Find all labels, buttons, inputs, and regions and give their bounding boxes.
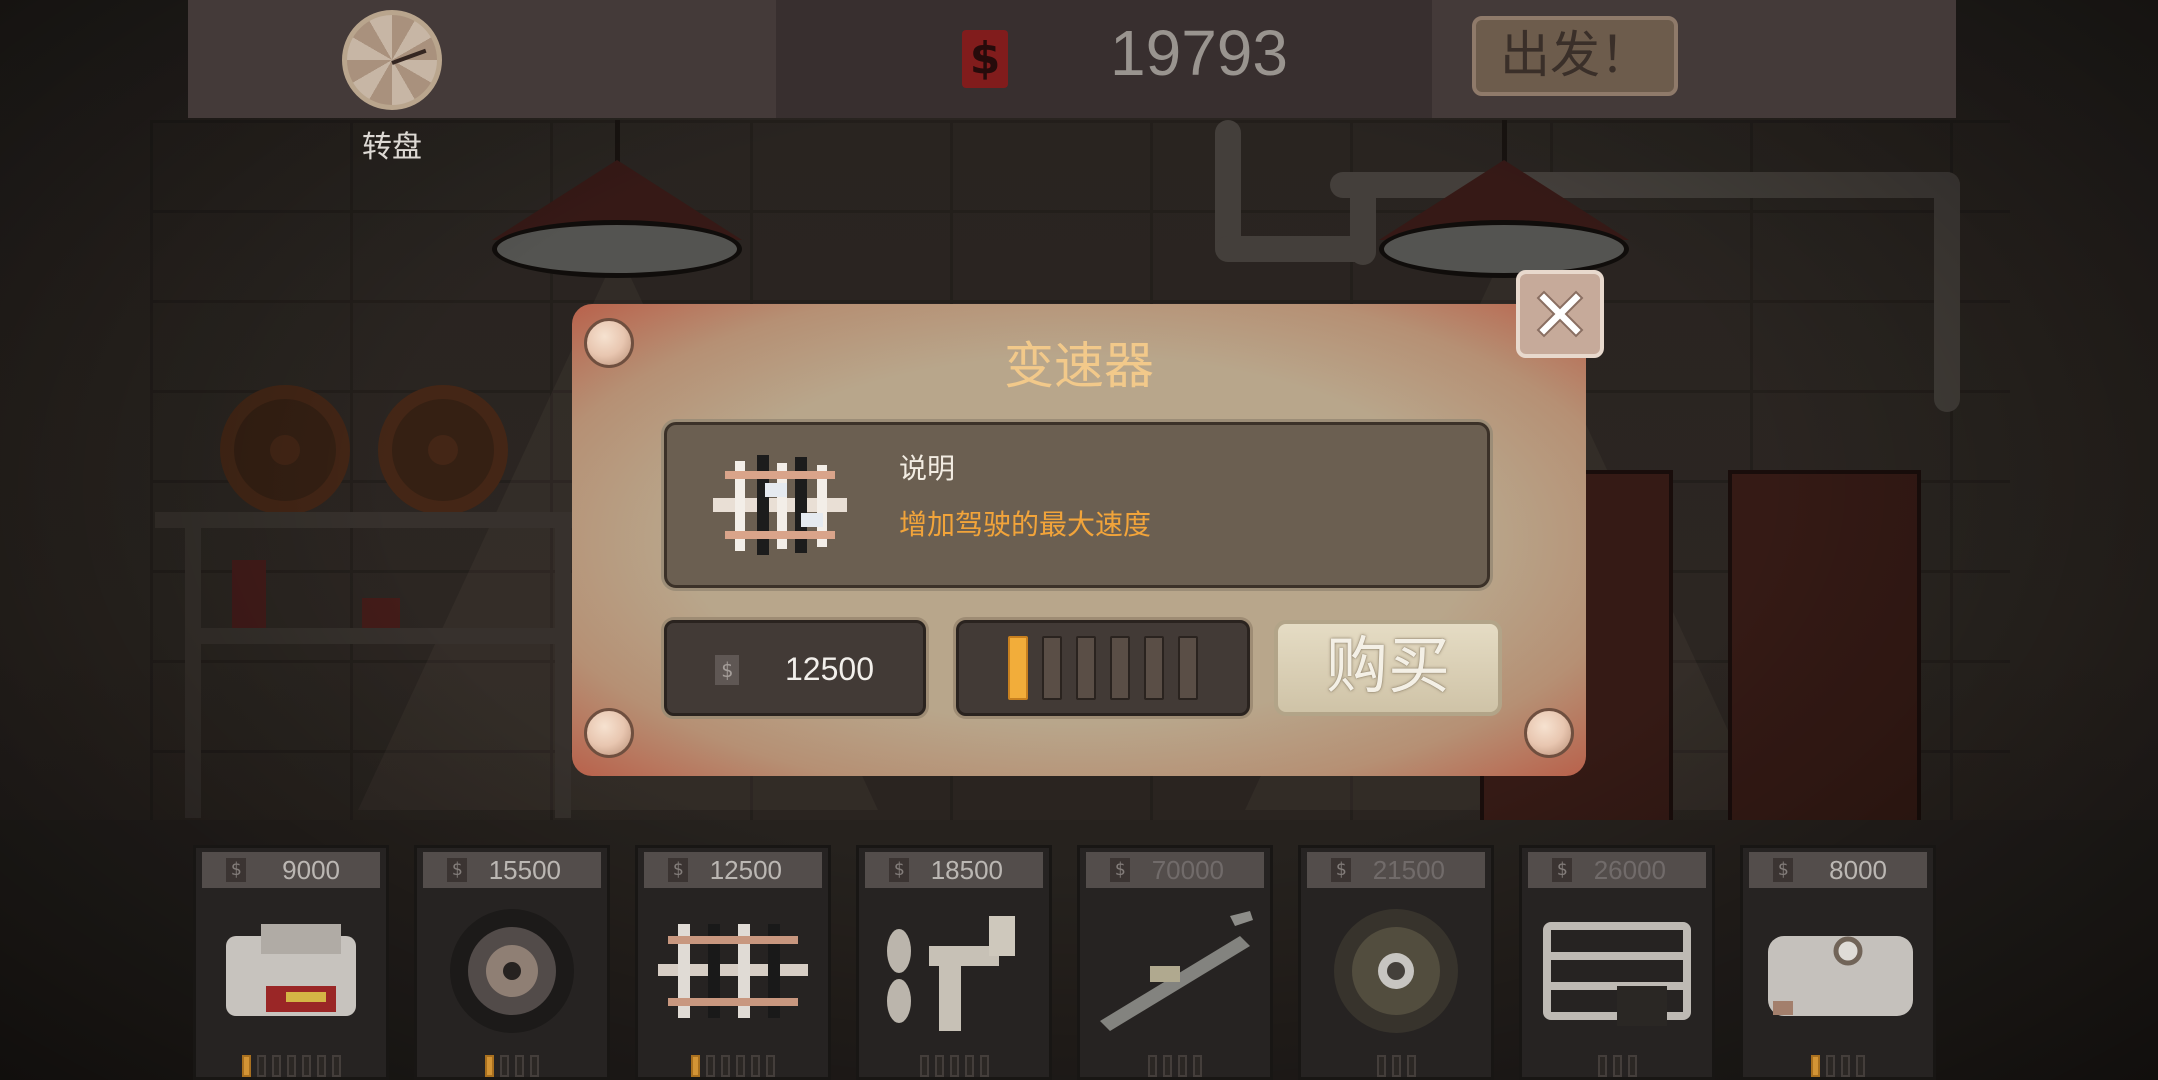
upgrade-level-segment bbox=[1042, 636, 1062, 700]
rivet bbox=[584, 708, 634, 758]
price-value: 12500 bbox=[785, 651, 874, 687]
description-panel: 说明 增加驾驶的最大速度 bbox=[664, 422, 1490, 588]
coin-icon: $ bbox=[715, 655, 739, 685]
upgrade-level-segment bbox=[1076, 636, 1096, 700]
upgrade-level-bar bbox=[956, 620, 1250, 716]
close-icon bbox=[1536, 290, 1584, 338]
description-text: 增加驾驶的最大速度 bbox=[899, 508, 1152, 541]
upgrade-level-segment bbox=[1110, 636, 1130, 700]
upgrade-level-segment bbox=[1008, 636, 1028, 700]
rivet bbox=[1524, 708, 1574, 758]
price-display: $ 12500 bbox=[664, 620, 926, 716]
buy-button[interactable]: 购买 bbox=[1274, 620, 1502, 716]
close-dialog-button[interactable] bbox=[1516, 270, 1604, 358]
upgrade-level-segment bbox=[1144, 636, 1164, 700]
gearbox-icon bbox=[713, 455, 847, 555]
upgrade-dialog: 变速器 说明 增加驾驶的最大速度 $ 12500 购买 bbox=[572, 304, 1586, 776]
upgrade-level-segment bbox=[1178, 636, 1198, 700]
description-label: 说明 bbox=[899, 452, 956, 485]
dialog-title: 变速器 bbox=[1004, 337, 1154, 395]
